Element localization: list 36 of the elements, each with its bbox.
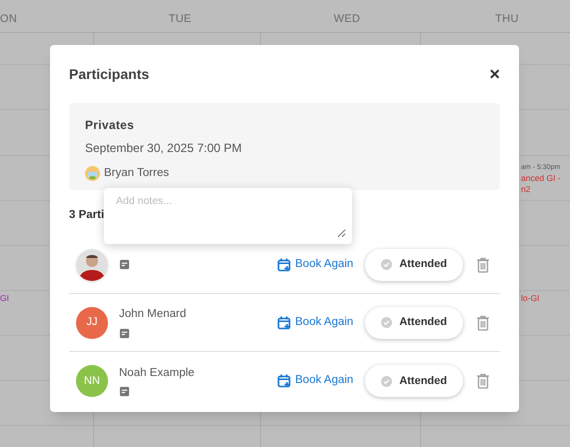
instructor-avatar-icon <box>85 166 100 182</box>
calendar-event[interactable]: GI <box>0 293 9 304</box>
trash-icon[interactable] <box>476 256 490 272</box>
calendar-plus-icon <box>277 316 292 330</box>
participant-name: John Menard <box>119 307 188 322</box>
book-again-link[interactable]: Book Again <box>277 256 354 274</box>
participant-name: Noah Example <box>119 366 196 381</box>
weekday-label: THU <box>495 13 519 25</box>
book-again-link[interactable]: Book Again <box>277 314 354 332</box>
note-icon[interactable] <box>119 386 130 398</box>
calendar-plus-icon <box>277 374 292 388</box>
notes-field[interactable]: Add notes... <box>116 194 346 238</box>
calendar-event[interactable]: lo-GI <box>521 293 540 304</box>
dialog-title: Participants <box>69 64 150 84</box>
attended-button[interactable]: Attended <box>365 306 463 338</box>
note-icon[interactable] <box>119 259 130 270</box>
trash-icon[interactable] <box>476 373 490 389</box>
avatar: NN <box>76 365 108 397</box>
avatar: JJ <box>76 306 108 338</box>
instructor-name: Bryan Torres <box>104 166 169 181</box>
note-icon[interactable] <box>119 328 130 339</box>
session-datetime: September 30, 2025 7:00 PM <box>85 140 243 157</box>
participant-count: 3 Parti <box>69 208 104 224</box>
calendar-plus-icon <box>277 258 292 272</box>
close-button[interactable]: × <box>489 65 500 83</box>
weekday-label: TUE <box>168 13 192 25</box>
weekday-label: WED <box>334 13 360 25</box>
check-circle-icon <box>381 317 392 328</box>
check-circle-icon <box>381 259 392 270</box>
trash-icon[interactable] <box>476 314 490 330</box>
weekday-label: ON <box>0 13 18 25</box>
attended-button[interactable]: Attended <box>365 365 463 397</box>
check-circle-icon <box>381 376 392 386</box>
attended-button[interactable]: Attended <box>365 248 463 280</box>
book-again-link[interactable]: Book Again <box>277 372 354 390</box>
session-name: Privates <box>85 117 136 134</box>
